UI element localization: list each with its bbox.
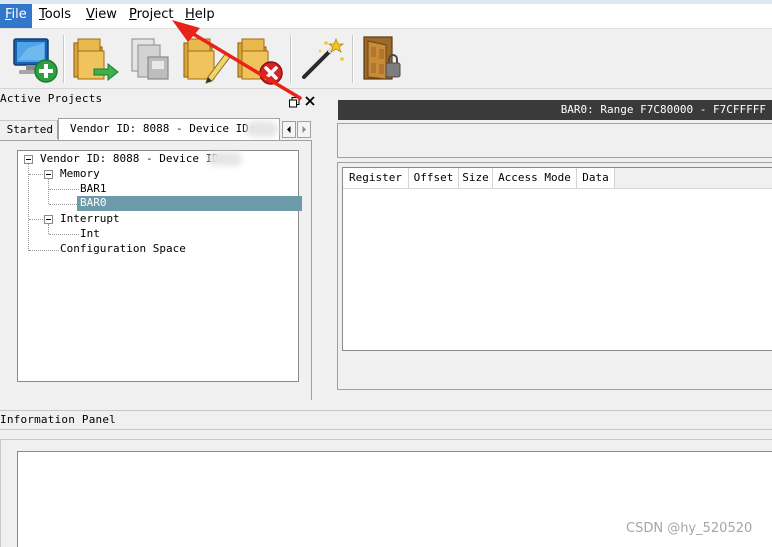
tree-node-int[interactable]: Int: [80, 227, 100, 241]
export-icon: [73, 38, 119, 82]
memory-collapse-toggle[interactable]: [44, 170, 53, 179]
menu-view[interactable]: View: [81, 4, 122, 28]
redacted-blur: [208, 152, 242, 166]
redacted-blur: [246, 121, 278, 137]
tree-node-memory[interactable]: Memory: [60, 167, 100, 181]
information-panel-title: Information Panel: [0, 413, 116, 426]
new-project-button[interactable]: [8, 33, 60, 85]
menu-bar: File Tools View Project Help: [0, 0, 772, 29]
menu-project[interactable]: Project: [124, 4, 179, 28]
magic-wand-icon: [302, 37, 345, 79]
tree-node-root[interactable]: Vendor ID: 8088 - Device ID:: [40, 152, 225, 166]
tab-scroll-right-button[interactable]: [297, 121, 311, 138]
tree-node-interrupt[interactable]: Interrupt: [60, 212, 120, 226]
tree-line: [48, 224, 49, 234]
toolbar-separator: [290, 35, 292, 83]
column-header-data[interactable]: Data: [577, 168, 615, 189]
active-projects-panel: Active Projects Started Vendor ID: 8088 …: [0, 89, 321, 400]
tree-node-bar1[interactable]: BAR1: [80, 182, 107, 196]
tree-line: [49, 234, 79, 235]
column-header-size[interactable]: Size: [459, 168, 493, 189]
chevron-right-icon: [302, 126, 306, 133]
watermark: CSDN @hy_520520: [626, 521, 753, 536]
toolbar-separator: [352, 35, 354, 83]
edit-button[interactable]: [180, 33, 232, 85]
tab-started-label: Started: [6, 123, 53, 136]
bar-range-title-bar: BAR0: Range F7C80000 - F7CFFFFF: [338, 100, 772, 120]
tab-vendor-device-label: Vendor ID: 8088 - Device ID:: [70, 122, 256, 135]
tree-line: [49, 189, 79, 190]
tree-node-configuration-space[interactable]: Configuration Space: [60, 242, 186, 256]
toolbar: [0, 29, 772, 89]
tree-line: [29, 250, 59, 251]
information-panel-header: Information Panel: [0, 410, 772, 430]
copy-button[interactable]: [126, 33, 178, 85]
new-project-icon: [13, 38, 58, 83]
column-header-register[interactable]: Register: [343, 168, 409, 189]
chevron-left-icon: [287, 126, 291, 133]
active-projects-title: Active Projects: [0, 92, 103, 105]
interrupt-collapse-toggle[interactable]: [44, 215, 53, 224]
menu-file[interactable]: File: [0, 4, 32, 28]
wizard-button[interactable]: [296, 33, 348, 85]
tree-line: [49, 204, 77, 205]
register-toolbar-area: [337, 123, 772, 158]
edit-folder-icon: [183, 38, 231, 84]
restore-panel-button[interactable]: [289, 93, 300, 108]
tree-node-bar0-selected[interactable]: BAR0: [77, 196, 302, 211]
delete-button[interactable]: [234, 33, 286, 85]
tree-line: [48, 179, 49, 204]
tab-divider: [0, 140, 312, 141]
tab-started[interactable]: Started: [0, 120, 58, 139]
close-icon: [305, 96, 315, 106]
bar-range-title: BAR0: Range F7C80000 - F7CFFFFF: [560, 103, 766, 116]
exit-button[interactable]: [356, 33, 408, 85]
tree-line: [28, 164, 29, 251]
open-door-icon: [363, 36, 401, 80]
tree-line: [29, 174, 43, 175]
menu-help[interactable]: Help: [180, 4, 220, 28]
export-button[interactable]: [70, 33, 122, 85]
header-filler: [615, 168, 772, 189]
tab-scroll-left-button[interactable]: [282, 121, 296, 138]
project-tree[interactable]: Vendor ID: 8088 - Device ID: Memory BAR1…: [17, 150, 302, 382]
close-panel-button[interactable]: [304, 92, 316, 106]
delete-folder-icon: [237, 38, 283, 85]
column-header-access-mode[interactable]: Access Mode: [493, 168, 577, 189]
menu-tools[interactable]: Tools: [34, 4, 76, 28]
copy-document-icon: [131, 38, 169, 80]
register-table[interactable]: Register Offset Size Access Mode Data: [342, 167, 772, 351]
tree-line: [29, 219, 43, 220]
restore-icon: [289, 97, 300, 108]
panel-border: [311, 140, 312, 400]
toolbar-separator: [63, 35, 65, 83]
column-header-offset[interactable]: Offset: [409, 168, 459, 189]
root-collapse-toggle[interactable]: [24, 155, 33, 164]
